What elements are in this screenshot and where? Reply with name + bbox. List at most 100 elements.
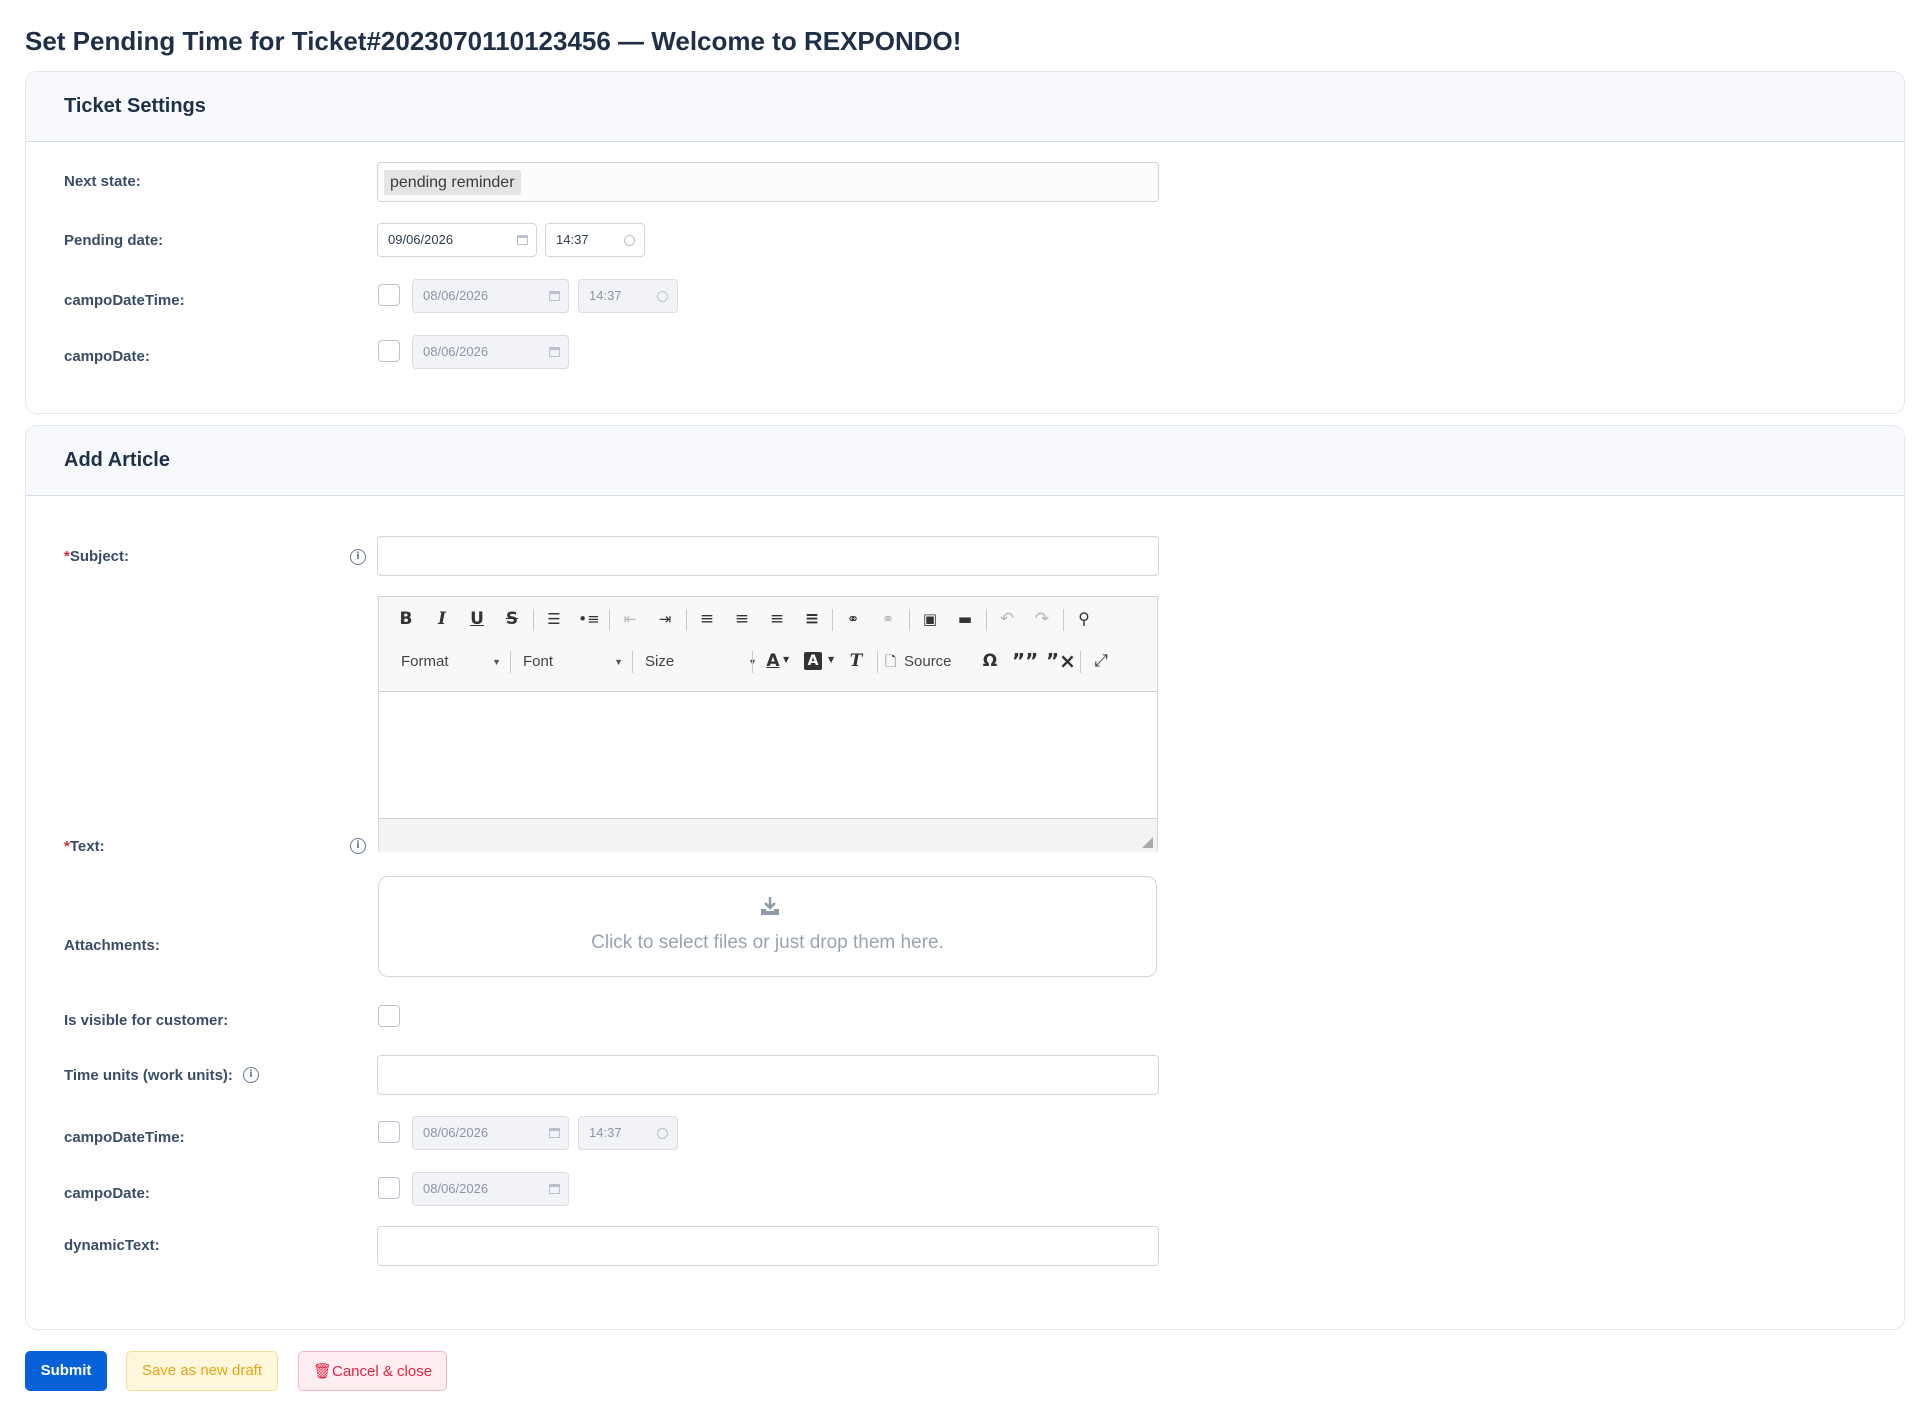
clock-icon[interactable] — [624, 235, 635, 246]
bulleted-list-icon[interactable]: •≡ — [576, 607, 602, 631]
info-icon[interactable]: i — [243, 1067, 259, 1083]
outdent-icon[interactable]: ⇤ — [617, 607, 643, 631]
toolbar-separator — [510, 651, 511, 673]
chevron-down-icon[interactable]: ▼ — [783, 655, 789, 664]
pending-time-input[interactable]: 14:37 — [545, 223, 645, 257]
horizontal-line-icon[interactable]: ▬ — [952, 607, 978, 631]
editor-content-area[interactable] — [379, 692, 1157, 818]
article-campo-datetime-time-value: 14:37 — [589, 1125, 622, 1140]
text-label: *Text: — [64, 838, 105, 855]
submit-button[interactable]: Submit — [25, 1351, 107, 1391]
next-state-select[interactable]: pending reminder — [377, 162, 1159, 202]
calendar-icon[interactable] — [549, 1128, 560, 1138]
calendar-icon[interactable] — [517, 235, 528, 245]
bold-icon[interactable]: B — [393, 607, 419, 631]
background-color-icon[interactable]: A — [804, 652, 822, 670]
pending-date-label: Pending date: — [64, 232, 164, 249]
subject-label: *Subject: — [64, 548, 129, 565]
blockquote-icon[interactable]: ”” — [1012, 649, 1038, 673]
article-campo-date-checkbox[interactable] — [378, 1177, 400, 1199]
campo-datetime-checkbox[interactable] — [378, 284, 400, 306]
indent-icon[interactable]: ⇥ — [652, 607, 678, 631]
toolbar-separator — [877, 651, 878, 673]
calendar-icon[interactable] — [549, 1184, 560, 1194]
editor-footer — [379, 818, 1157, 852]
calendar-icon[interactable] — [549, 347, 560, 357]
strikethrough-icon[interactable]: S — [499, 607, 525, 631]
article-campo-datetime-label: campoDateTime: — [64, 1129, 185, 1146]
info-icon[interactable]: i — [350, 838, 366, 854]
article-campo-datetime-time-input[interactable]: 14:37 — [578, 1116, 678, 1150]
trash-icon: 🗑 — [312, 1362, 332, 1380]
underline-icon[interactable]: U — [464, 607, 490, 631]
link-icon[interactable]: ⚭ — [840, 607, 866, 631]
image-icon[interactable]: ▣ — [917, 607, 943, 631]
page-title: Set Pending Time for Ticket#202307011012… — [25, 26, 962, 56]
subject-label-text: Subject: — [69, 548, 130, 565]
calendar-icon[interactable] — [549, 291, 560, 301]
campo-date-checkbox[interactable] — [378, 340, 400, 362]
clear-formatting-icon[interactable]: T — [843, 649, 869, 673]
article-campo-date-input[interactable]: 08/06/2026 — [412, 1172, 569, 1206]
font-select-label: Font — [523, 653, 554, 670]
article-campo-datetime-date-value: 08/06/2026 — [423, 1125, 489, 1140]
article-campo-datetime-checkbox[interactable] — [378, 1121, 400, 1143]
article-campo-date-value: 08/06/2026 — [423, 1181, 489, 1196]
toolbar-separator — [909, 609, 910, 631]
dynamic-text-input[interactable] — [377, 1226, 1159, 1266]
campo-datetime-time-input[interactable]: 14:37 — [578, 279, 678, 313]
clock-icon[interactable] — [657, 1128, 668, 1139]
chevron-down-icon: ▼ — [614, 657, 623, 667]
toolbar-separator — [1063, 609, 1064, 631]
unlink-icon[interactable]: ⚭ — [875, 607, 901, 631]
article-campo-date-label: campoDate: — [64, 1185, 150, 1202]
numbered-list-icon[interactable]: ☰ — [541, 607, 567, 631]
size-select-label: Size — [645, 653, 675, 670]
ticket-settings-section: Ticket Settings — [25, 71, 1905, 414]
campo-datetime-date-value: 08/06/2026 — [423, 288, 489, 303]
visible-for-customer-checkbox[interactable] — [378, 1005, 400, 1027]
attachments-label: Attachments: — [64, 937, 160, 954]
resize-handle-icon[interactable] — [1142, 837, 1153, 848]
pending-date-value: 09/06/2026 — [388, 232, 454, 247]
campo-datetime-date-input[interactable]: 08/06/2026 — [412, 279, 569, 313]
dropzone-text: Click to select files or just drop them … — [591, 932, 944, 953]
ticket-settings-header: Ticket Settings — [26, 72, 1904, 142]
special-char-icon[interactable]: Ω — [977, 649, 1003, 673]
align-left-icon[interactable]: ≡ — [694, 607, 720, 631]
source-icon[interactable]: 🗋 — [885, 651, 896, 675]
undo-icon[interactable]: ↶ — [994, 607, 1020, 631]
time-units-text-field[interactable] — [378, 1056, 1158, 1094]
save-draft-button[interactable]: Save as new draft — [126, 1351, 278, 1391]
source-button[interactable]: Source — [904, 649, 952, 675]
attachments-dropzone[interactable]: Click to select files or just drop them … — [378, 876, 1157, 977]
align-justify-icon[interactable]: ≡ — [799, 607, 825, 631]
align-center-icon[interactable]: ≡ — [729, 607, 755, 631]
add-article-title: Add Article — [64, 449, 170, 471]
info-icon[interactable]: i — [350, 549, 366, 565]
campo-date-input[interactable]: 08/06/2026 — [412, 335, 569, 369]
editor-toolbar: B I U S ☰ •≡ ⇤ ⇥ ≡ ≡ ≡ ≡ ⚭ ⚭ ▣ ▬ ↶ ↷ ⚲ F… — [379, 597, 1157, 692]
dynamic-text-field[interactable] — [378, 1227, 1158, 1265]
chevron-down-icon[interactable]: ▼ — [828, 655, 834, 664]
pending-date-input[interactable]: 09/06/2026 — [377, 223, 537, 257]
subject-text-field[interactable] — [378, 537, 1158, 575]
article-campo-datetime-date-input[interactable]: 08/06/2026 — [412, 1116, 569, 1150]
maximize-icon[interactable]: ⤢ — [1088, 649, 1114, 673]
search-icon[interactable]: ⚲ — [1071, 607, 1097, 631]
align-right-icon[interactable]: ≡ — [764, 607, 790, 631]
format-select[interactable]: Format ▼ — [401, 649, 501, 675]
add-article-header: Add Article — [26, 426, 1904, 496]
time-units-input[interactable] — [377, 1055, 1159, 1095]
redo-icon[interactable]: ↷ — [1029, 607, 1055, 631]
cancel-close-button[interactable]: 🗑Cancel & close — [298, 1351, 447, 1391]
toolbar-separator — [832, 609, 833, 631]
size-select[interactable]: Size ▼ — [645, 649, 757, 675]
clock-icon[interactable] — [657, 291, 668, 302]
remove-quote-icon[interactable]: ”× — [1046, 649, 1076, 673]
italic-icon[interactable]: I — [429, 607, 455, 631]
font-select[interactable]: Font ▼ — [523, 649, 623, 675]
toolbar-separator — [632, 651, 633, 673]
subject-input[interactable] — [377, 536, 1159, 576]
upload-icon — [761, 897, 779, 915]
